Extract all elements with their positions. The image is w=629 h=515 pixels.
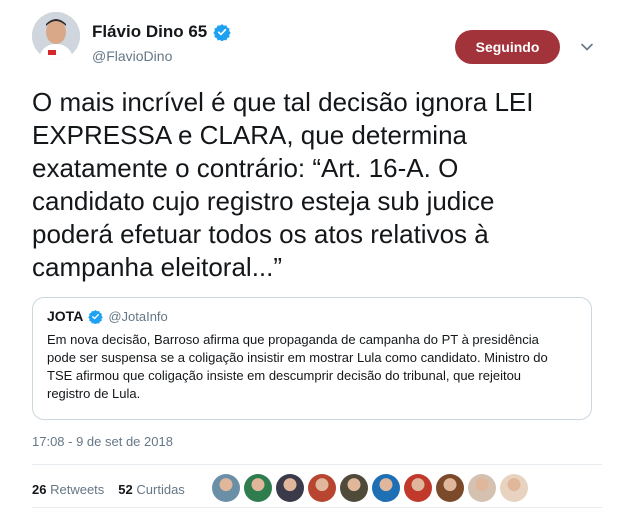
divider <box>32 507 602 508</box>
liker-avatar[interactable] <box>468 474 496 502</box>
engagement-stats: 26 Retweets 52 Curtidas <box>32 482 199 497</box>
author-display-name[interactable]: Flávio Dino 65 <box>92 22 207 42</box>
retweets-count: 26 <box>32 482 47 497</box>
likes-stat[interactable]: 52 Curtidas <box>118 482 185 497</box>
divider <box>32 464 602 465</box>
liker-avatar[interactable] <box>500 474 528 502</box>
quoted-tweet-text: Em nova decisão, Barroso afirma que prop… <box>47 332 548 401</box>
tweet-timestamp[interactable]: 17:08 - 9 de set de 2018 <box>32 434 173 449</box>
retweets-stat[interactable]: 26 Retweets <box>32 482 104 497</box>
verified-badge-icon <box>88 309 104 324</box>
chevron-down-icon[interactable] <box>580 40 594 54</box>
liker-avatar[interactable] <box>372 474 400 502</box>
liker-avatar[interactable] <box>244 474 272 502</box>
likes-count: 52 <box>118 482 133 497</box>
following-button[interactable]: Seguindo <box>455 30 560 64</box>
liker-avatar[interactable] <box>436 474 464 502</box>
liker-avatar[interactable] <box>404 474 432 502</box>
liker-avatars <box>212 474 528 502</box>
author-name-row: Flávio Dino 65 <box>92 22 231 42</box>
verified-badge-icon <box>213 24 231 41</box>
quoted-tweet[interactable]: JOTA @JotaInfo Em nova decisão, Barroso … <box>32 297 592 420</box>
liker-avatar[interactable] <box>340 474 368 502</box>
profile-avatar[interactable] <box>32 12 80 60</box>
liker-avatar[interactable] <box>308 474 336 502</box>
liker-avatar[interactable] <box>212 474 240 502</box>
retweets-label: Retweets <box>50 482 105 497</box>
quoted-author-handle: @JotaInfo <box>108 308 168 324</box>
liker-avatar[interactable] <box>276 474 304 502</box>
author-handle[interactable]: @FlavioDino <box>92 48 172 64</box>
quoted-author-name: JOTA <box>47 308 84 324</box>
quoted-tweet-header: JOTA @JotaInfo <box>47 308 168 324</box>
likes-label: Curtidas <box>136 482 185 497</box>
tweet-text: O mais incrível é que tal decisão ignora… <box>32 87 534 282</box>
